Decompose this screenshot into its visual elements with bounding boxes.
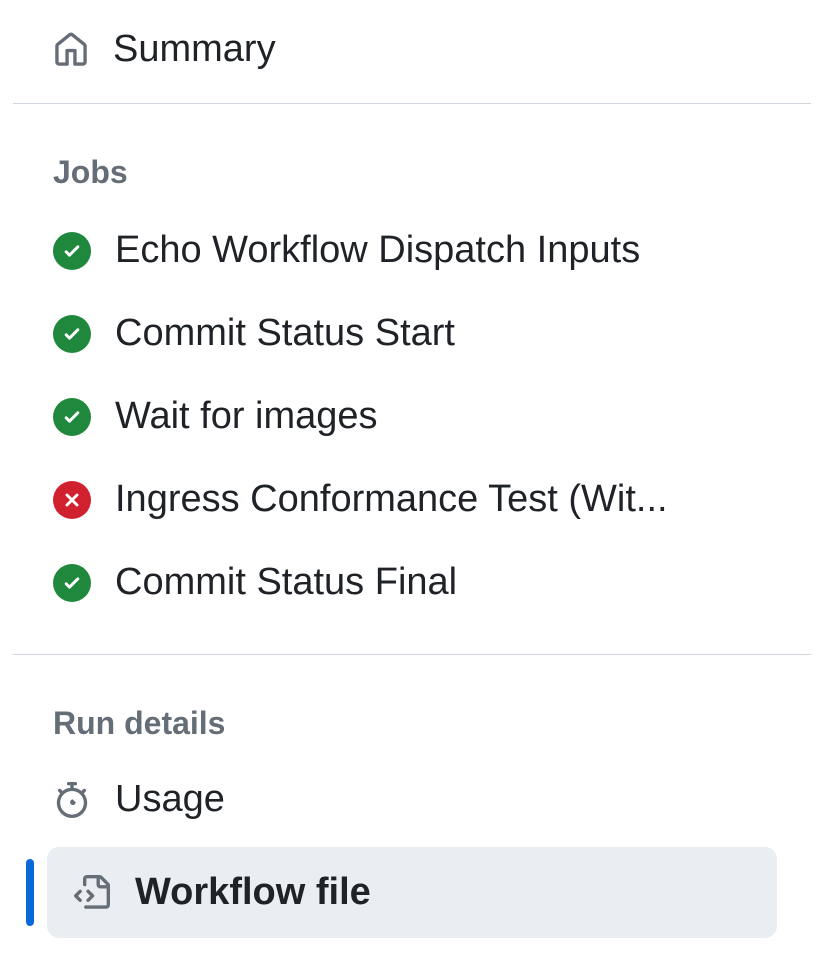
- job-label: Ingress Conformance Test (Wit...: [115, 478, 668, 521]
- check-circle-icon: [53, 564, 91, 602]
- check-circle-icon: [53, 232, 91, 270]
- run-details-heading: Run details: [13, 655, 811, 760]
- job-label: Commit Status Start: [115, 312, 455, 355]
- summary-label: Summary: [113, 28, 276, 71]
- x-circle-icon: [53, 481, 91, 519]
- job-item[interactable]: Commit Status Start: [13, 292, 811, 375]
- job-item[interactable]: Wait for images: [13, 375, 811, 458]
- check-circle-icon: [53, 315, 91, 353]
- run-details-list: Usage Workflow file: [13, 760, 811, 958]
- job-item[interactable]: Echo Workflow Dispatch Inputs: [13, 209, 811, 292]
- job-label: Wait for images: [115, 395, 378, 438]
- jobs-list: Echo Workflow Dispatch Inputs Commit Sta…: [13, 209, 811, 654]
- workflow-file-nav-item[interactable]: Workflow file: [47, 847, 777, 938]
- home-icon: [53, 32, 89, 68]
- job-label: Commit Status Final: [115, 561, 457, 604]
- jobs-heading: Jobs: [13, 104, 811, 209]
- summary-nav-item[interactable]: Summary: [13, 0, 811, 103]
- check-circle-icon: [53, 398, 91, 436]
- job-item[interactable]: Ingress Conformance Test (Wit...: [13, 458, 811, 541]
- usage-nav-item[interactable]: Usage: [13, 760, 811, 839]
- selected-indicator: [26, 859, 34, 926]
- stopwatch-icon: [53, 781, 91, 819]
- file-code-icon: [73, 874, 111, 912]
- job-label: Echo Workflow Dispatch Inputs: [115, 229, 640, 272]
- usage-label: Usage: [115, 778, 225, 821]
- job-item[interactable]: Commit Status Final: [13, 541, 811, 624]
- workflow-file-label: Workflow file: [135, 871, 371, 914]
